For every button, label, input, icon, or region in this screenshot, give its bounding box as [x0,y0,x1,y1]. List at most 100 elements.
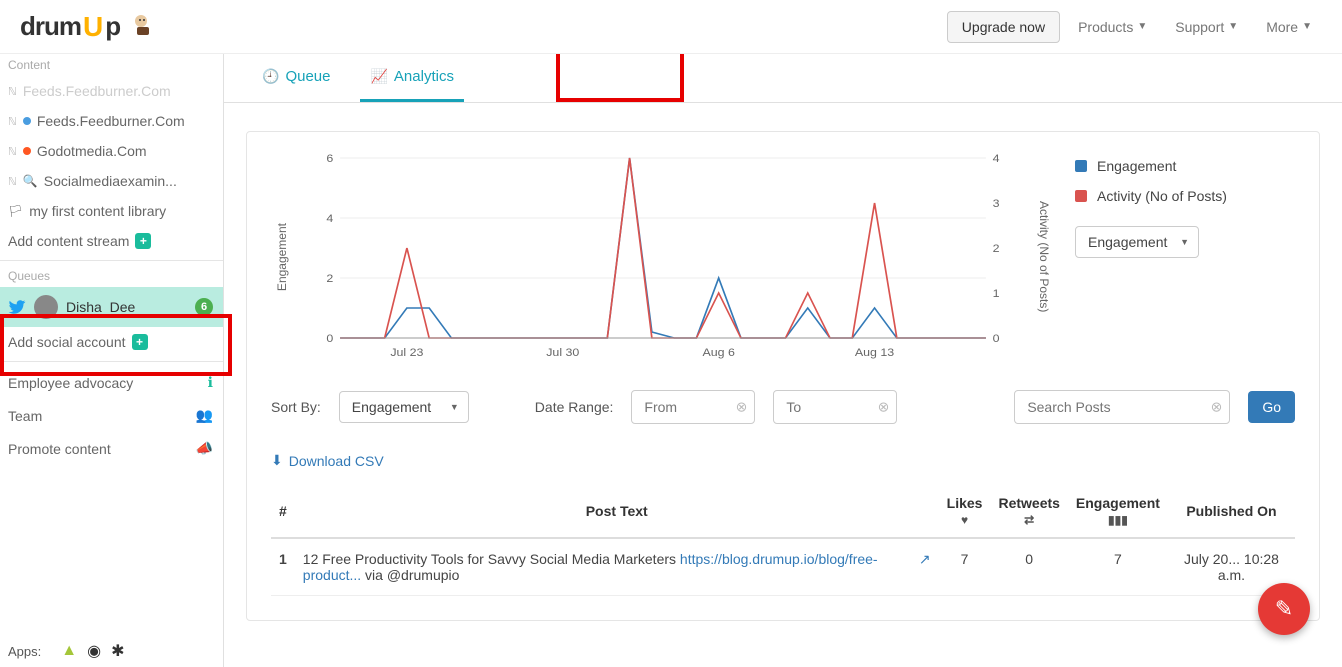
tab-queue[interactable]: 🕘 Queue [252,68,340,102]
download-icon: ⬇ [271,452,283,469]
feed-label: my first content library [29,203,166,219]
sidebar-employee-advocacy[interactable]: Employee advocacy ℹ [0,366,223,399]
apps-row: Apps: ▲ ◉ ✱ [0,634,223,667]
android-icon[interactable]: ▲ [61,642,77,660]
queue-name: Disha_Dee [66,299,135,315]
nav-support[interactable]: Support▼ [1165,12,1248,42]
external-link-icon[interactable]: ↗ [919,551,931,568]
y-left-label: Engagement [271,223,293,291]
feed-label: Feeds.Feedburner.Com [37,113,185,129]
legend-engagement: Engagement [1075,158,1295,174]
magnify-icon: 🔍 [23,174,38,188]
annotation-highlight-analytics [556,54,684,102]
svg-text:0: 0 [993,333,1000,345]
go-button[interactable]: Go [1248,391,1295,423]
add-stream-label: Add content stream [8,233,129,249]
nav-products[interactable]: Products▼ [1068,12,1157,42]
heart-icon: ♥ [947,513,983,527]
content-section-label: Content [0,54,223,76]
sort-by-label: Sort By: [271,399,321,415]
feed-item[interactable]: ℕGodotmedia.Com [0,136,223,166]
row-idx: 1 [271,538,295,596]
rss-icon: ℕ [8,85,17,98]
col-idx: # [271,485,295,538]
twitter-icon [8,298,26,316]
add-social-account[interactable]: Add social account + [0,327,223,357]
avatar [34,295,58,319]
caret-icon: ▼ [1228,21,1238,32]
dot-icon [23,147,31,155]
rss-icon: ℕ [8,175,17,188]
add-content-stream[interactable]: Add content stream + [0,226,223,256]
analytics-chart: 024601234Jul 23Jul 30Aug 6Aug 13 [313,152,1013,362]
plus-icon: + [132,334,148,350]
legend-swatch-blue [1075,160,1087,172]
feed-item[interactable]: ℕ Feeds.Feedburner.Com [0,106,223,136]
feed-item[interactable]: ℕ 🔍 Socialmediaexamin... [0,166,223,196]
divider [0,260,223,261]
analytics-panel: Engagement 024601234Jul 23Jul 30Aug 6Aug… [246,131,1320,621]
row-retweets: 0 [990,538,1067,596]
svg-text:Jul 30: Jul 30 [546,347,580,359]
logo-u: U [83,11,103,43]
svg-text:4: 4 [993,153,1000,165]
chrome-icon[interactable]: ◉ [87,641,101,661]
sort-by-select-wrap[interactable]: Engagement [339,391,469,423]
feed-label: Socialmediaexamin... [44,173,177,189]
search-posts-input[interactable] [1014,390,1230,424]
slack-icon[interactable]: ✱ [111,641,124,661]
metric-select-wrap[interactable]: Engagement [1075,226,1199,258]
chart-line-icon: 📈 [370,68,387,85]
retweet-icon: ⇄ [998,513,1059,527]
svg-text:2: 2 [326,273,333,285]
rss-icon: ℕ [8,115,17,128]
sort-by-select[interactable]: Engagement [339,391,469,423]
svg-text:3: 3 [993,198,1000,210]
svg-text:4: 4 [326,213,333,225]
svg-text:Aug 6: Aug 6 [702,347,734,359]
queue-badge: 6 [195,298,213,316]
logo[interactable]: drumUp [20,11,159,43]
legend-swatch-red [1075,190,1087,202]
users-icon: 👥 [196,407,213,424]
sidebar-team[interactable]: Team 👥 [0,399,223,432]
clear-from-icon[interactable]: ⊗ [736,399,748,416]
metric-select[interactable]: Engagement [1075,226,1199,258]
drummer-icon [127,11,159,43]
feed-item[interactable]: ℕFeeds.Feedburner.Com [0,76,223,106]
megaphone-icon: 📣 [196,440,213,457]
sidebar: Content ℕFeeds.Feedburner.ComℕFeeds.Feed… [0,54,224,667]
svg-text:1: 1 [993,288,1000,300]
sidebar-promote-content[interactable]: Promote content 📣 [0,432,223,465]
queue-item-disha[interactable]: Disha_Dee 6 [0,287,223,327]
flag-icon: 🏳 [8,204,23,218]
caret-icon: ▼ [1137,21,1147,32]
upgrade-button[interactable]: Upgrade now [947,11,1060,43]
clock-icon: 🕘 [262,68,279,85]
col-post-text: Post Text [295,485,939,538]
download-csv-link[interactable]: ⬇ Download CSV [271,452,384,469]
svg-text:2: 2 [993,243,1000,255]
feed-item[interactable]: 🏳 my first content library [0,196,223,226]
clear-to-icon[interactable]: ⊗ [878,399,890,416]
tabs: 🕘 Queue 📈 Analytics [224,54,1342,103]
svg-text:6: 6 [326,153,333,165]
nav-more[interactable]: More▼ [1256,12,1322,42]
row-text: 12 Free Productivity Tools for Savvy Soc… [295,538,939,596]
add-social-label: Add social account [8,334,126,350]
logo-p: p [105,11,121,42]
chart-legend: Engagement Activity (No of Posts) Engage… [1075,152,1295,362]
main: 🕘 Queue 📈 Analytics Engagement 0 2 4 6 0 1 2 3 4… [224,54,1342,667]
col-engagement: Engagement▮▮▮ [1068,485,1168,538]
feed-label: Godotmedia.Com [37,143,147,159]
clear-search-icon[interactable]: ⊗ [1211,399,1223,416]
svg-text:Jul 23: Jul 23 [390,347,423,359]
apps-label: Apps: [8,644,41,659]
compose-fab[interactable]: ✎ [1258,583,1310,635]
caret-icon: ▼ [1302,21,1312,32]
tab-analytics[interactable]: 📈 Analytics [360,68,463,102]
top-bar: drumUp Upgrade now Products▼ Support▼ Mo… [0,0,1342,54]
post-link[interactable]: https://blog.drumup.io/blog/free-product… [303,551,878,583]
posts-table: # Post Text Likes♥ Retweets⇄ Engagement▮… [271,485,1295,596]
queues-section-label: Queues [0,265,223,287]
